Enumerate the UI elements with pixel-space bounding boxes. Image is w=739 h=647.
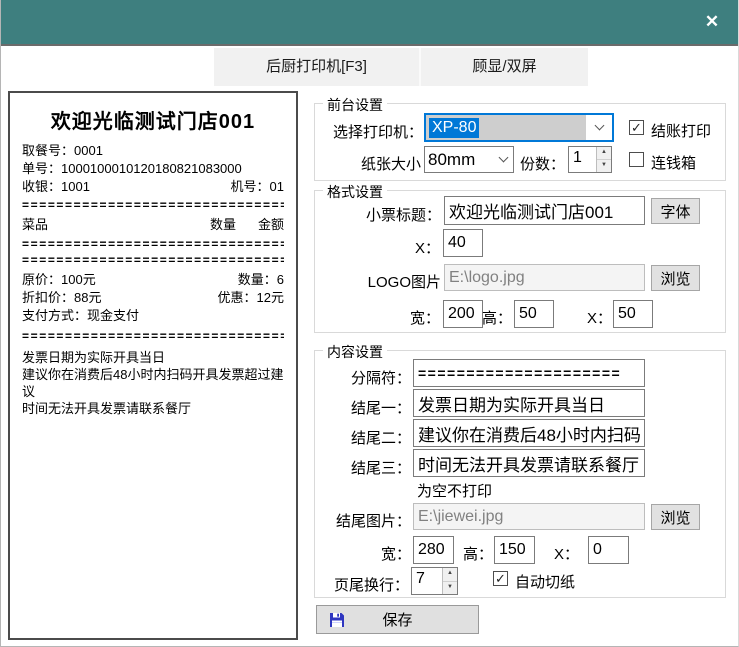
spin-down-icon[interactable]: ▼ [443, 582, 457, 595]
logo-height-label: 高： [482, 307, 512, 328]
end-image-label: 结尾图片： [327, 510, 411, 531]
save-button[interactable]: 保存 [316, 605, 479, 634]
logo-width-input[interactable] [443, 300, 483, 328]
logo-x-label: X： [577, 307, 612, 328]
groupbox-format-settings-title: 格式设置 [323, 182, 387, 202]
receipt-separator: ================================= [22, 254, 284, 267]
receipt-separator: ================================= [22, 199, 284, 212]
title-x-input[interactable] [443, 229, 483, 257]
copies-value: 1 [569, 147, 596, 172]
footer3-label: 结尾三： [337, 457, 411, 478]
checkbox-checkout-print[interactable]: ✓ [629, 120, 644, 135]
end-width-input[interactable] [413, 536, 454, 564]
page-break-label: 页尾换行： [331, 574, 409, 595]
checkbox-cash-drawer[interactable] [629, 152, 644, 167]
receipt-separator: ================================= [22, 238, 284, 251]
receipt-pickup-no: 取餐号：0001 [22, 142, 284, 160]
end-image-browse-button[interactable]: 浏览 [651, 504, 700, 530]
groupbox-content-settings-title: 内容设置 [323, 342, 387, 362]
receipt-footer-line: 发票日期为实际开具当日 [22, 349, 284, 366]
end-height-input[interactable] [494, 536, 535, 564]
receipt-footer-line: 时间无法开具发票请联系餐厅 [22, 400, 284, 417]
page-break-spinner[interactable]: 7 ▲ ▼ [411, 567, 458, 595]
ticket-title-label: 小票标题： [351, 204, 441, 225]
checkbox-cash-drawer-label: 连钱箱 [651, 152, 696, 173]
receipt-title: 欢迎光临测试门店001 [22, 105, 284, 134]
receipt-discount-price: 折扣价：88元 [22, 289, 101, 307]
logo-browse-button[interactable]: 浏览 [651, 265, 700, 291]
receipt-footer-line: 建议你在消费后48小时内扫码开具发票超过建议 [22, 366, 284, 400]
footer1-input[interactable] [413, 389, 645, 417]
ticket-title-input[interactable] [444, 196, 645, 225]
receipt-qty: 数量：6 [238, 271, 284, 289]
receipt-col-item: 菜品 [22, 215, 48, 235]
checkbox-checkout-print-label: 结账打印 [651, 120, 711, 141]
receipt-separator: ================================= [22, 330, 284, 343]
copies-label: 份数： [519, 153, 565, 174]
spin-up-icon[interactable]: ▲ [597, 147, 611, 160]
receipt-cashier: 收银：1001 [22, 178, 90, 196]
logo-path-input[interactable] [444, 264, 645, 291]
checkbox-auto-cut[interactable]: ✓ [493, 571, 508, 586]
printer-select-value: XP-80 [429, 118, 479, 138]
checkbox-auto-cut-label: 自动切纸 [515, 571, 575, 592]
tab-customer-display[interactable]: 顾显/双屏 [419, 48, 588, 86]
receipt-order-no: 单号：1000100010120180821083000 [22, 160, 284, 178]
paper-size-label: 纸张大小 [351, 153, 421, 174]
end-x-input[interactable] [588, 536, 629, 564]
save-floppy-icon [329, 612, 345, 632]
logo-width-label: 宽： [396, 307, 440, 328]
logo-x-input[interactable] [613, 300, 653, 328]
title-x-label: X： [396, 237, 440, 258]
receipt-machine-no: 机号：01 [231, 178, 284, 196]
receipt-col-qty: 数量 [210, 215, 236, 235]
footer2-label: 结尾二： [337, 427, 411, 448]
receipt-original-price: 原价：100元 [22, 271, 96, 289]
printer-select[interactable]: XP-80 [424, 113, 614, 142]
spin-up-icon[interactable]: ▲ [443, 568, 457, 582]
footer2-input[interactable] [413, 419, 645, 447]
chevron-down-icon [498, 153, 508, 163]
separator-label: 分隔符： [341, 367, 411, 388]
close-icon[interactable]: ✕ [699, 9, 725, 35]
paper-size-select[interactable]: 80mm [424, 146, 514, 173]
titlebar: ✕ [1, 0, 739, 44]
receipt-discount: 优惠：12元 [218, 289, 284, 307]
spin-down-icon[interactable]: ▼ [597, 160, 611, 172]
empty-not-printed-note: 为空不打印 [417, 480, 492, 501]
receipt-preview: 欢迎光临测试门店001 取餐号：0001 单号：1000100010120180… [8, 91, 298, 640]
printer-select-label: 选择打印机： [331, 121, 423, 142]
end-x-label: X： [549, 543, 579, 564]
copies-spinner[interactable]: 1 ▲ ▼ [568, 146, 612, 173]
titlebar-divider [1, 44, 739, 46]
footer3-input[interactable] [413, 449, 645, 477]
paper-size-value: 80mm [425, 147, 493, 172]
groupbox-front-settings-title: 前台设置 [323, 95, 387, 115]
end-image-path-input[interactable] [413, 503, 645, 530]
end-height-label: 高： [463, 543, 493, 564]
logo-height-input[interactable] [514, 300, 554, 328]
footer1-label: 结尾一： [337, 397, 411, 418]
chevron-down-icon [594, 121, 604, 131]
save-button-label: 保存 [382, 612, 412, 629]
logo-image-label: LOGO图片 [353, 271, 441, 292]
page-break-value: 7 [412, 568, 442, 594]
printer-settings-window: ✕ 后厨打印机[F3] 顾显/双屏 欢迎光临测试门店001 取餐号：0001 单… [0, 0, 739, 647]
font-button[interactable]: 字体 [651, 198, 700, 224]
separator-input[interactable] [413, 359, 645, 387]
end-width-label: 宽： [381, 543, 411, 564]
tab-kitchen-printer[interactable]: 后厨打印机[F3] [214, 48, 419, 86]
receipt-col-amount: 金额 [258, 215, 284, 235]
receipt-payment: 支付方式：现金支付 [22, 307, 284, 325]
